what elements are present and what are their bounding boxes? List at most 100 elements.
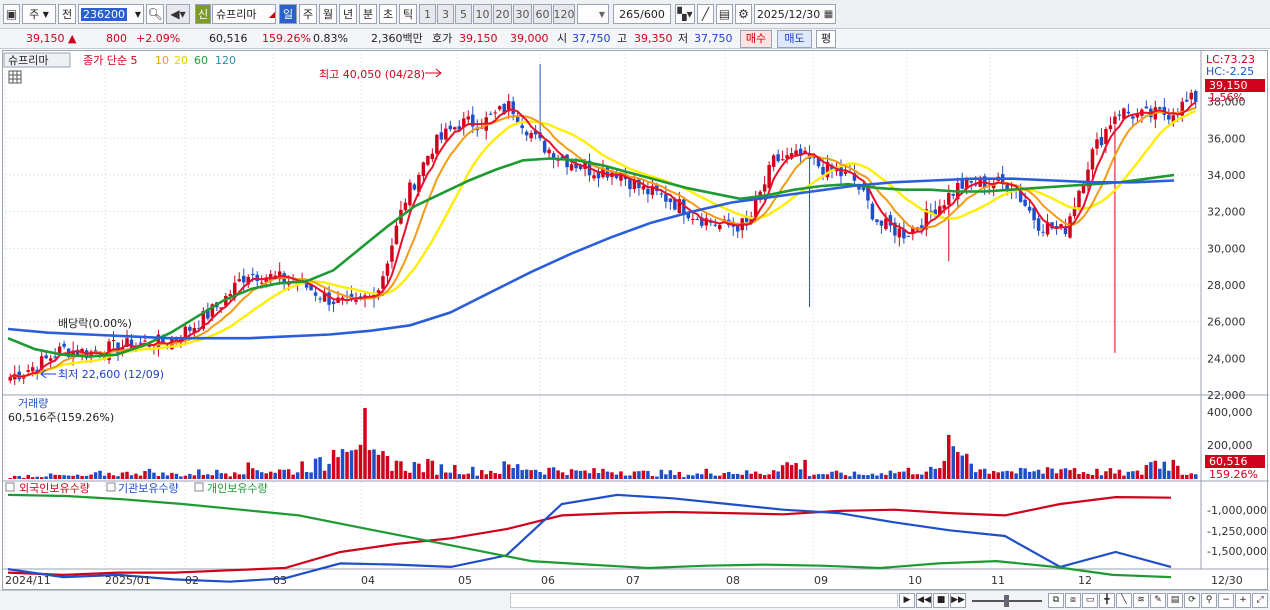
- individual-checkbox[interactable]: [194, 482, 204, 492]
- volume-bar: [821, 474, 825, 479]
- volume-bar: [583, 470, 587, 479]
- volume-bar: [89, 474, 93, 479]
- interval-30[interactable]: 30: [513, 4, 532, 24]
- count-input[interactable]: 265/600: [613, 4, 671, 24]
- zoom-in-icon[interactable]: +: [1235, 593, 1251, 608]
- table-view-icon[interactable]: ▤: [1167, 593, 1183, 608]
- price-chart-svg[interactable]: 38,00036,00034,00032,00030,00028,00026,0…: [3, 51, 1269, 591]
- zoom-search-icon[interactable]: ⚲: [1201, 593, 1217, 608]
- fast-forward-icon[interactable]: ▶▶: [950, 593, 966, 608]
- volume-bar: [93, 472, 98, 479]
- crosshair-icon[interactable]: ╋: [1099, 593, 1115, 608]
- interval-5[interactable]: 5: [455, 4, 472, 24]
- volume-bar: [938, 468, 942, 479]
- compare-icon[interactable]: ⧈: [1065, 593, 1081, 608]
- period-minute[interactable]: 분: [359, 4, 377, 24]
- interval-3[interactable]: 3: [437, 4, 454, 24]
- volume-bar: [956, 451, 960, 479]
- market-select[interactable]: 주 ▼: [22, 4, 56, 24]
- fit-icon[interactable]: ⤢: [1252, 593, 1268, 608]
- candle-body: [713, 224, 718, 226]
- period-week[interactable]: 주: [299, 4, 317, 24]
- foreign-checkbox[interactable]: [5, 482, 15, 492]
- candle-body: [30, 367, 35, 372]
- period-month[interactable]: 월: [319, 4, 337, 24]
- volume-bar: [1009, 471, 1014, 479]
- speaker-icon[interactable]: ◀▾: [166, 4, 190, 24]
- indicator-icon[interactable]: ▚▾: [675, 4, 695, 24]
- high-arrow-icon: [425, 68, 442, 78]
- volume-bar: [614, 474, 619, 479]
- volume-bar: [758, 473, 762, 479]
- date-tick-label: 12: [1078, 574, 1092, 587]
- volume-bar: [740, 474, 744, 479]
- refresh-icon[interactable]: ⟳: [1184, 593, 1200, 608]
- volume-bar: [731, 474, 735, 479]
- volume-bar: [619, 471, 623, 479]
- scroll-track[interactable]: [510, 593, 898, 608]
- candle-body: [821, 166, 825, 175]
- trend-icon[interactable]: ╲: [1116, 593, 1132, 608]
- volume-bar: [1045, 467, 1050, 479]
- candle-body: [313, 292, 318, 296]
- volume-bar: [255, 470, 259, 479]
- candle-body: [453, 127, 457, 130]
- volume-bar: [933, 468, 938, 479]
- volume-bar: [62, 475, 66, 479]
- period-day[interactable]: 일: [279, 4, 297, 24]
- type-button[interactable]: 전: [58, 4, 76, 24]
- candle-body: [1077, 190, 1081, 210]
- price-tick-label: 36,000: [1207, 132, 1246, 145]
- gear-icon[interactable]: ⚙: [735, 4, 752, 24]
- stock-code-input[interactable]: 236200 ▼: [78, 4, 144, 24]
- volume-bar: [924, 471, 929, 479]
- interval-10[interactable]: 10: [473, 4, 492, 24]
- scroll-right-icon[interactable]: ▶: [899, 593, 915, 608]
- sell-button[interactable]: 매도: [777, 30, 812, 48]
- buy-button[interactable]: 매수: [740, 30, 772, 48]
- zoom-out-icon[interactable]: −: [1218, 593, 1234, 608]
- eraser-icon[interactable]: ✎: [1150, 593, 1166, 608]
- volume-bar: [623, 475, 628, 479]
- candle-body: [843, 171, 848, 174]
- open-label: 시: [557, 32, 568, 45]
- save-icon[interactable]: ▤: [716, 4, 733, 24]
- volume-bar: [780, 465, 785, 479]
- draw-line-icon[interactable]: ╱: [697, 4, 714, 24]
- volume-bar: [906, 467, 911, 479]
- zoom-slider-handle[interactable]: [1004, 595, 1009, 607]
- volume-bar: [839, 472, 843, 479]
- interval-120[interactable]: 120: [553, 4, 575, 24]
- custom-interval-select[interactable]: ▼: [577, 4, 609, 24]
- stop-icon[interactable]: ■: [933, 593, 949, 608]
- volume-bar: [911, 474, 915, 479]
- search-icon[interactable]: 🔍︎: [146, 4, 164, 24]
- interval-20[interactable]: 20: [493, 4, 512, 24]
- volume-bar: [336, 457, 340, 479]
- volume-bar: [134, 473, 138, 479]
- candle-body: [960, 179, 964, 189]
- period-tick[interactable]: 틱: [399, 4, 417, 24]
- window-icon[interactable]: ▣: [3, 4, 20, 24]
- date-input[interactable]: 2025/12/30 ▦: [754, 4, 836, 24]
- volume-bar: [430, 460, 435, 479]
- volume-bar: [295, 472, 300, 479]
- period-second[interactable]: 초: [379, 4, 397, 24]
- trade-amount: 2,360백만: [371, 32, 423, 45]
- rewind-icon[interactable]: ◀◀: [916, 593, 932, 608]
- candle-body: [444, 128, 448, 140]
- volume-bar: [637, 471, 641, 479]
- date-tick-label: 04: [361, 574, 375, 587]
- table-icon[interactable]: [8, 70, 22, 84]
- institution-checkbox[interactable]: [106, 482, 116, 492]
- volume-bar: [322, 470, 327, 479]
- pattern-icon[interactable]: ≋: [1133, 593, 1149, 608]
- eval-button[interactable]: 평: [816, 30, 836, 48]
- volume-bar: [1027, 471, 1032, 479]
- layout-icon[interactable]: ⧉: [1048, 593, 1064, 608]
- interval-1[interactable]: 1: [419, 4, 436, 24]
- screen-icon[interactable]: ▭: [1082, 593, 1098, 608]
- interval-60[interactable]: 60: [533, 4, 552, 24]
- period-year[interactable]: 년: [339, 4, 357, 24]
- candle-body: [488, 113, 493, 115]
